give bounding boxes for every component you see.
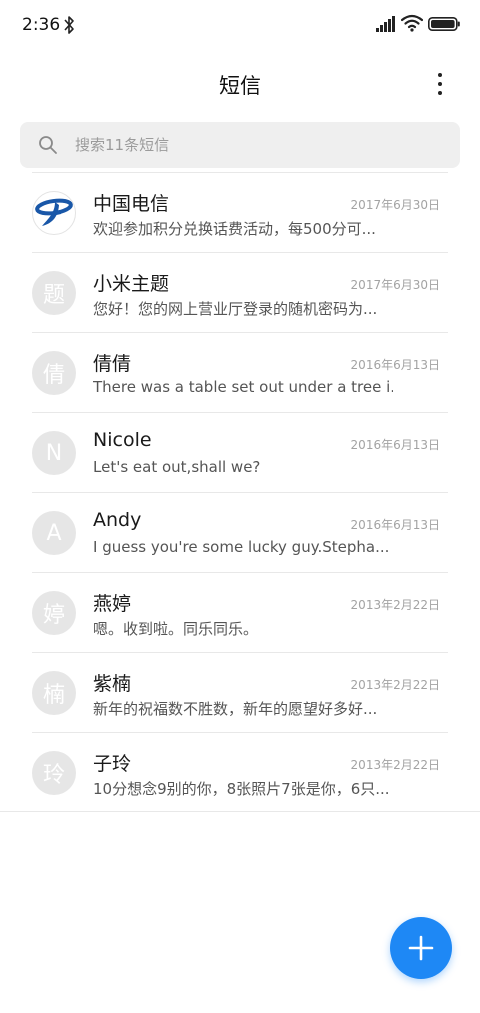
message-date: 2013年2月22日 [350, 598, 440, 612]
message-date: 2017年6月30日 [350, 198, 440, 212]
sender-name: 子玲 [93, 753, 132, 775]
message-date: 2013年2月22日 [350, 758, 440, 772]
sender-name: 紫楠 [93, 673, 132, 695]
page-title: 短信 [219, 74, 261, 98]
message-date: 2016年6月13日 [350, 358, 440, 372]
sender-name: Andy [93, 509, 142, 531]
message-preview: Let's eat out,shall we? [93, 458, 261, 476]
conversation-item[interactable]: 婷 燕婷 2013年2月22日 嗯。收到啦。同乐同乐。 [0, 572, 480, 652]
message-preview: 10分想念9别的你，8张照片7张是你，6只... [93, 780, 390, 798]
conversation-item[interactable]: A Andy 2016年6月13日 I guess you're some lu… [0, 492, 480, 572]
bluetooth-icon [64, 16, 74, 34]
plus-icon [408, 935, 434, 961]
status-time: 2:36 [22, 15, 61, 35]
signal-icon [376, 16, 395, 32]
message-date: 2017年6月30日 [350, 278, 440, 292]
message-preview: 嗯。收到啦。同乐同乐。 [93, 620, 259, 638]
message-date: 2016年6月13日 [350, 518, 440, 532]
sender-name: 小米主题 [93, 273, 170, 295]
avatar [32, 191, 76, 235]
avatar: A [32, 511, 76, 555]
conversation-item[interactable]: 楠 紫楠 2013年2月22日 新年的祝福数不胜数，新年的愿望好多好... [0, 652, 480, 732]
message-preview: There was a table set out under a tree i… [93, 378, 393, 396]
avatar: 楠 [32, 671, 76, 715]
sender-name: 中国电信 [93, 193, 170, 215]
sender-name: Nicole [93, 429, 152, 451]
new-message-button[interactable] [390, 917, 452, 979]
avatar: 玲 [32, 751, 76, 795]
search-bar[interactable] [20, 122, 460, 168]
avatar: 倩 [32, 351, 76, 395]
wifi-icon [401, 14, 423, 32]
message-preview: 新年的祝福数不胜数，新年的愿望好多好... [93, 700, 378, 718]
search-input[interactable] [75, 122, 445, 168]
more-options-button[interactable] [424, 68, 456, 100]
conversation-list: 中国电信 2017年6月30日 欢迎参加积分兑换话费活动，每500分可... 题… [0, 172, 480, 812]
conversation-item[interactable]: 题 小米主题 2017年6月30日 您好！您的网上营业厅登录的随机密码为... [0, 252, 480, 332]
battery-icon [428, 17, 460, 31]
search-icon [39, 136, 57, 154]
avatar: 题 [32, 271, 76, 315]
conversation-item[interactable]: N Nicole 2016年6月13日 Let's eat out,shall … [0, 412, 480, 492]
conversation-item[interactable]: 中国电信 2017年6月30日 欢迎参加积分兑换话费活动，每500分可... [0, 172, 480, 252]
message-date: 2016年6月13日 [350, 438, 440, 452]
avatar: N [32, 431, 76, 475]
conversation-item[interactable]: 玲 子玲 2013年2月22日 10分想念9别的你，8张照片7张是你，6只... [0, 732, 480, 812]
message-preview: 欢迎参加积分兑换话费活动，每500分可... [93, 220, 376, 238]
more-vertical-icon [438, 73, 442, 77]
app-header: 短信 [0, 52, 480, 116]
sender-name: 倩倩 [93, 353, 132, 375]
china-telecom-logo-icon [35, 198, 73, 226]
message-preview: I guess you're some lucky guy.Stepha... [93, 538, 390, 556]
status-bar: 2:36 [0, 0, 480, 52]
sender-name: 燕婷 [93, 593, 132, 615]
message-preview: 您好！您的网上营业厅登录的随机密码为... [93, 300, 378, 318]
conversation-item[interactable]: 倩 倩倩 2016年6月13日 There was a table set ou… [0, 332, 480, 412]
message-date: 2013年2月22日 [350, 678, 440, 692]
avatar: 婷 [32, 591, 76, 635]
